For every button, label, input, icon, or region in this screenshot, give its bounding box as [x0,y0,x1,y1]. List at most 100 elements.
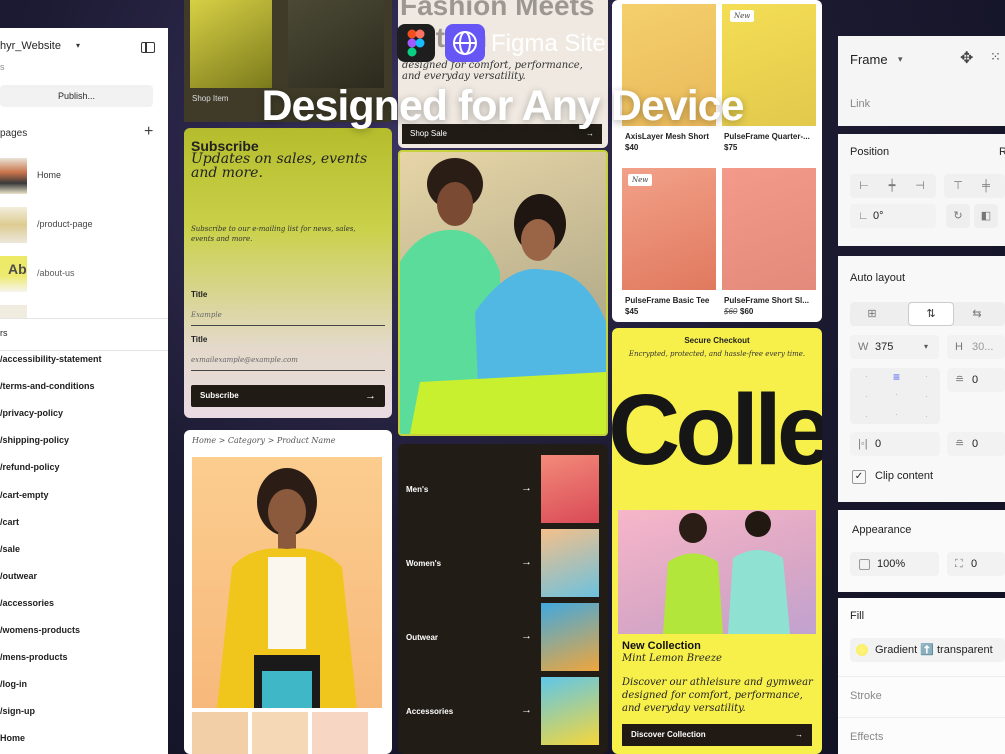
alignment-grid[interactable]: ≡ · · · · · · · · [850,368,940,424]
route-item[interactable]: /shipping-policy [0,435,69,445]
divider [838,717,1005,718]
project-subtitle: s [0,62,5,72]
route-item[interactable]: Home [0,733,25,743]
figma-logo-icon [397,24,435,62]
rotate-icon[interactable]: ↻ [946,204,970,228]
route-item[interactable]: /womens-products [0,625,80,635]
campaign-photo [398,150,608,436]
product-old-price: $60 [724,307,738,316]
stroke-label[interactable]: Stroke [850,690,882,702]
route-item[interactable]: /outwear [0,571,37,581]
field-label: Title [191,335,208,344]
width-field[interactable]: W 375 ▾ [850,335,939,359]
layout-wrap-icon[interactable]: ⊞ [860,302,884,326]
product-thumbnail[interactable] [312,712,368,754]
route-item[interactable]: /sale [0,544,20,554]
arrow-right-icon: → [521,630,532,642]
page-thumbnail [0,158,27,194]
alignment-dots: · · · [865,372,868,421]
category-mens[interactable]: Men's → [398,455,608,525]
arrow-right-icon: → [795,730,803,739]
layout-horizontal-icon[interactable]: ⇆ [965,302,989,326]
sidebar-toggle-icon[interactable] [141,42,155,53]
page-item-about-us[interactable]: Ab /about-us [0,256,168,292]
new-collection-title: New Collection [622,640,701,652]
route-item[interactable]: /sign-up [0,706,35,716]
figma-logo-glyph [407,29,425,57]
breadcrumb[interactable]: Home > Category > Product Name [192,436,335,445]
align-top-icon[interactable]: ⊤ [946,174,970,198]
example-field[interactable]: Example [191,305,385,326]
product-name[interactable]: AxisLayer Mesh Short [625,132,709,141]
grid-icon[interactable]: ⁙ [990,49,1001,65]
corner-radius-field[interactable]: ⛶ 0 [947,552,1005,576]
category-outwear[interactable]: Outwear → [398,603,608,673]
route-item[interactable]: /cart [0,517,19,527]
route-item[interactable]: /terms-and-conditions [0,381,95,391]
route-item[interactable]: /privacy-policy [0,408,63,418]
gap-field[interactable]: |◦| 0 [850,432,940,456]
chevron-down-icon[interactable]: ▾ [76,41,80,50]
height-field[interactable]: H 30... [947,335,1005,359]
chevron-down-icon[interactable]: ▾ [898,54,903,65]
route-item[interactable]: /log-in [0,679,27,689]
page-thumbnail [0,207,27,243]
subscribe-button[interactable]: Subscribe → [191,385,385,407]
discover-collection-button[interactable]: Discover Collection → [622,724,812,746]
frame-type-label[interactable]: Frame [850,52,888,67]
new-badge: New [628,174,653,186]
secure-checkout-title: Secure Checkout [684,336,750,345]
gradient-swatch[interactable] [856,644,868,656]
pages-section: hyr_Website ▾ s Publish... pages + Home … [0,28,168,319]
align-center-h-icon[interactable]: ┿ [880,174,904,198]
page-item-product-page[interactable]: /product-page [0,207,168,243]
component-icon[interactable]: ✥ [960,48,973,68]
category-womens[interactable]: Women's → [398,529,608,599]
email-field[interactable]: exmailexample@example.com [191,350,385,371]
auto-layout-section: Auto layout ⊞ ⇅ ⇆ W 375 ▾ H 30... ≡ · · · … [838,256,1005,502]
chevron-down-icon[interactable]: ▾ [924,335,928,359]
page-item-home[interactable]: Home [0,158,168,194]
page-name: /about-us [37,268,75,278]
subscribe-button-label: Subscribe [200,391,239,400]
width-value: 375 [875,341,894,353]
opacity-value: 100% [877,558,906,570]
product-thumbnail[interactable] [252,712,308,754]
category-image [541,677,599,745]
padding-horizontal-field[interactable]: ≘ 0 [947,432,1005,456]
opacity-field[interactable]: 100% [850,552,939,576]
route-item[interactable]: /accessibility-statement [0,354,102,364]
page-thumbnail: Ab [0,256,27,292]
page-thumbnail [0,305,27,319]
route-item[interactable]: /mens-products [0,652,68,662]
route-item[interactable]: /accessories [0,598,54,608]
rotation-field[interactable]: ∟ 0° [850,204,936,228]
arrow-right-icon: → [521,704,532,716]
padding-vertical-field[interactable]: ≘ 0 [947,368,1005,392]
category-accessories[interactable]: Accessories → [398,677,608,747]
page-name: Home [37,170,62,180]
align-right-icon[interactable]: ⊣ [908,174,932,198]
clip-content-checkbox[interactable]: ✓ [852,470,866,484]
product-name[interactable]: PulseFrame Basic Tee [625,296,709,305]
project-title[interactable]: hyr_Website [0,40,61,52]
product-image[interactable] [722,168,816,290]
product-thumbnail[interactable] [192,712,248,754]
effects-label[interactable]: Effects [850,731,883,743]
route-item[interactable]: /refund-policy [0,462,60,472]
route-item[interactable]: /cart-empty [0,490,49,500]
product-name[interactable]: PulseFrame Quarter-... [724,132,810,141]
padding-horizontal-icon: ≘ [955,438,965,450]
product-image[interactable]: New [622,168,716,290]
align-middle-icon[interactable]: ╪ [974,174,998,198]
category-label: Women's [406,559,442,568]
layout-direction-group: ⊞ ⇅ ⇆ [850,302,1005,326]
fill-field[interactable]: Gradient ⬆️ transparent [850,638,1005,662]
product-name[interactable]: PulseFrame Short Sl... [724,296,809,305]
globe-glyph [453,31,477,55]
corner-radius-icon: ⛶ [955,558,963,570]
auto-layout-label: Auto layout [850,272,906,284]
layout-vertical-icon[interactable]: ⇅ [908,302,954,326]
flip-horizontal-icon[interactable]: ◧ [974,204,998,228]
align-left-icon[interactable]: ⊢ [852,174,876,198]
